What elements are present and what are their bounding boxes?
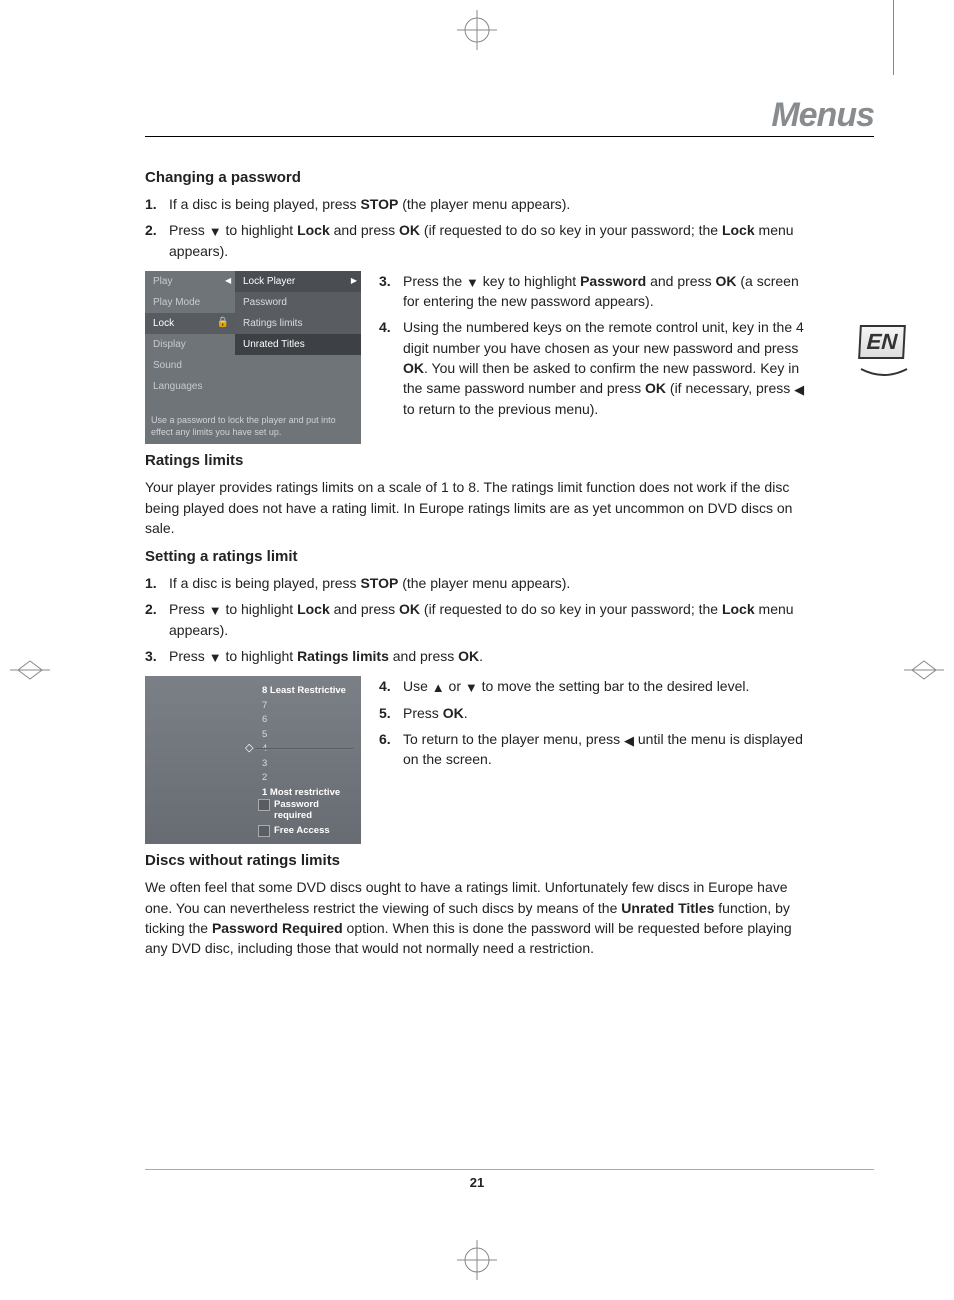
rating-level: 5 — [258, 728, 352, 743]
screenshot-lock-menu: Play Play Mode Lock🔒 Display Sound Langu… — [145, 271, 361, 444]
header-rule — [145, 136, 874, 137]
s1-step2: 2. Press ▼ to highlight Lock and press O… — [145, 220, 814, 261]
crop-mark-left — [10, 655, 50, 685]
discs-without-ratings-para: We often feel that some DVD discs ought … — [145, 877, 814, 958]
triangle-left-icon: ◀ — [225, 276, 231, 285]
left-arrow-icon: ◀ — [794, 383, 804, 396]
submenu-item-selected: ◀Lock Player▶ — [235, 271, 361, 292]
s3-step5: 5. Press OK. — [379, 703, 814, 723]
crop-mark-bottom — [457, 1240, 497, 1280]
down-arrow-icon: ▼ — [209, 651, 222, 664]
ratings-scale: 8 Least Restrictive 7 6 5 4 3 2 1 Most r… — [258, 684, 352, 800]
menu-item: Play — [145, 271, 235, 292]
page-number: 21 — [0, 1175, 954, 1190]
heading-discs-without-ratings: Discs without ratings limits — [145, 852, 814, 869]
crop-mark-right — [904, 655, 944, 685]
s3-step2: 2. Press ▼ to highlight Lock and press O… — [145, 599, 814, 640]
up-arrow-icon: ▲ — [432, 681, 445, 694]
heading-changing-password: Changing a password — [145, 169, 814, 186]
ratings-limits-para: Your player provides ratings limits on a… — [145, 477, 814, 538]
rating-level: 6 — [258, 713, 352, 728]
submenu-item: Ratings limits — [235, 313, 361, 334]
language-badge-text: EN — [866, 329, 898, 355]
s1-step3: 3. Press the ▼ key to highlight Password… — [379, 271, 814, 312]
option-checkbox: Password required — [258, 797, 352, 823]
screenshot-ratings-scale: 8 Least Restrictive 7 6 5 4 3 2 1 Most r… — [145, 676, 361, 844]
menu-item-selected: Lock🔒 — [145, 313, 235, 334]
down-arrow-icon: ▼ — [465, 681, 478, 694]
s1-step1: 1. If a disc is being played, press STOP… — [145, 194, 814, 214]
s3-step6: 6. To return to the player menu, press ◀… — [379, 729, 814, 770]
menu-item: Display — [145, 334, 235, 355]
menu-item: Play Mode — [145, 292, 235, 313]
s3-step1: 1. If a disc is being played, press STOP… — [145, 573, 814, 593]
left-arrow-icon: ◀ — [624, 734, 634, 747]
heading-ratings-limits: Ratings limits — [145, 452, 814, 469]
crop-mark-top — [457, 10, 497, 50]
language-badge: EN — [859, 325, 909, 375]
s3-step4: 4. Use ▲ or ▼ to move the setting bar to… — [379, 676, 814, 696]
up-down-arrow-icon: ◇ — [245, 741, 253, 754]
down-arrow-icon: ▼ — [209, 604, 222, 617]
s3-step3: 3. Press ▼ to highlight Ratings limits a… — [145, 646, 814, 666]
trim-line-right — [893, 0, 894, 75]
menu-item: Sound — [145, 355, 235, 376]
rating-level: 3 — [258, 757, 352, 772]
submenu-item: Unrated Titles — [235, 334, 361, 355]
lock-icon: 🔒 — [217, 317, 229, 328]
triangle-right-icon: ▶ — [351, 276, 357, 285]
footer-rule — [145, 1169, 874, 1170]
rating-level: 7 — [258, 699, 352, 714]
page-title: Menus — [771, 96, 874, 135]
screenshot-hint: Use a password to lock the player and pu… — [145, 397, 361, 444]
submenu-item: Password — [235, 292, 361, 313]
down-arrow-icon: ▼ — [466, 276, 479, 289]
slider-divider — [255, 748, 353, 750]
heading-setting-ratings-limit: Setting a ratings limit — [145, 548, 814, 565]
menu-item: Languages — [145, 376, 235, 397]
rating-level: 2 — [258, 771, 352, 786]
option-checkbox: Free Access — [258, 823, 352, 838]
s1-step4: 4. Using the numbered keys on the remote… — [379, 317, 814, 418]
down-arrow-icon: ▼ — [209, 225, 222, 238]
rating-level: 8 Least Restrictive — [258, 684, 352, 699]
